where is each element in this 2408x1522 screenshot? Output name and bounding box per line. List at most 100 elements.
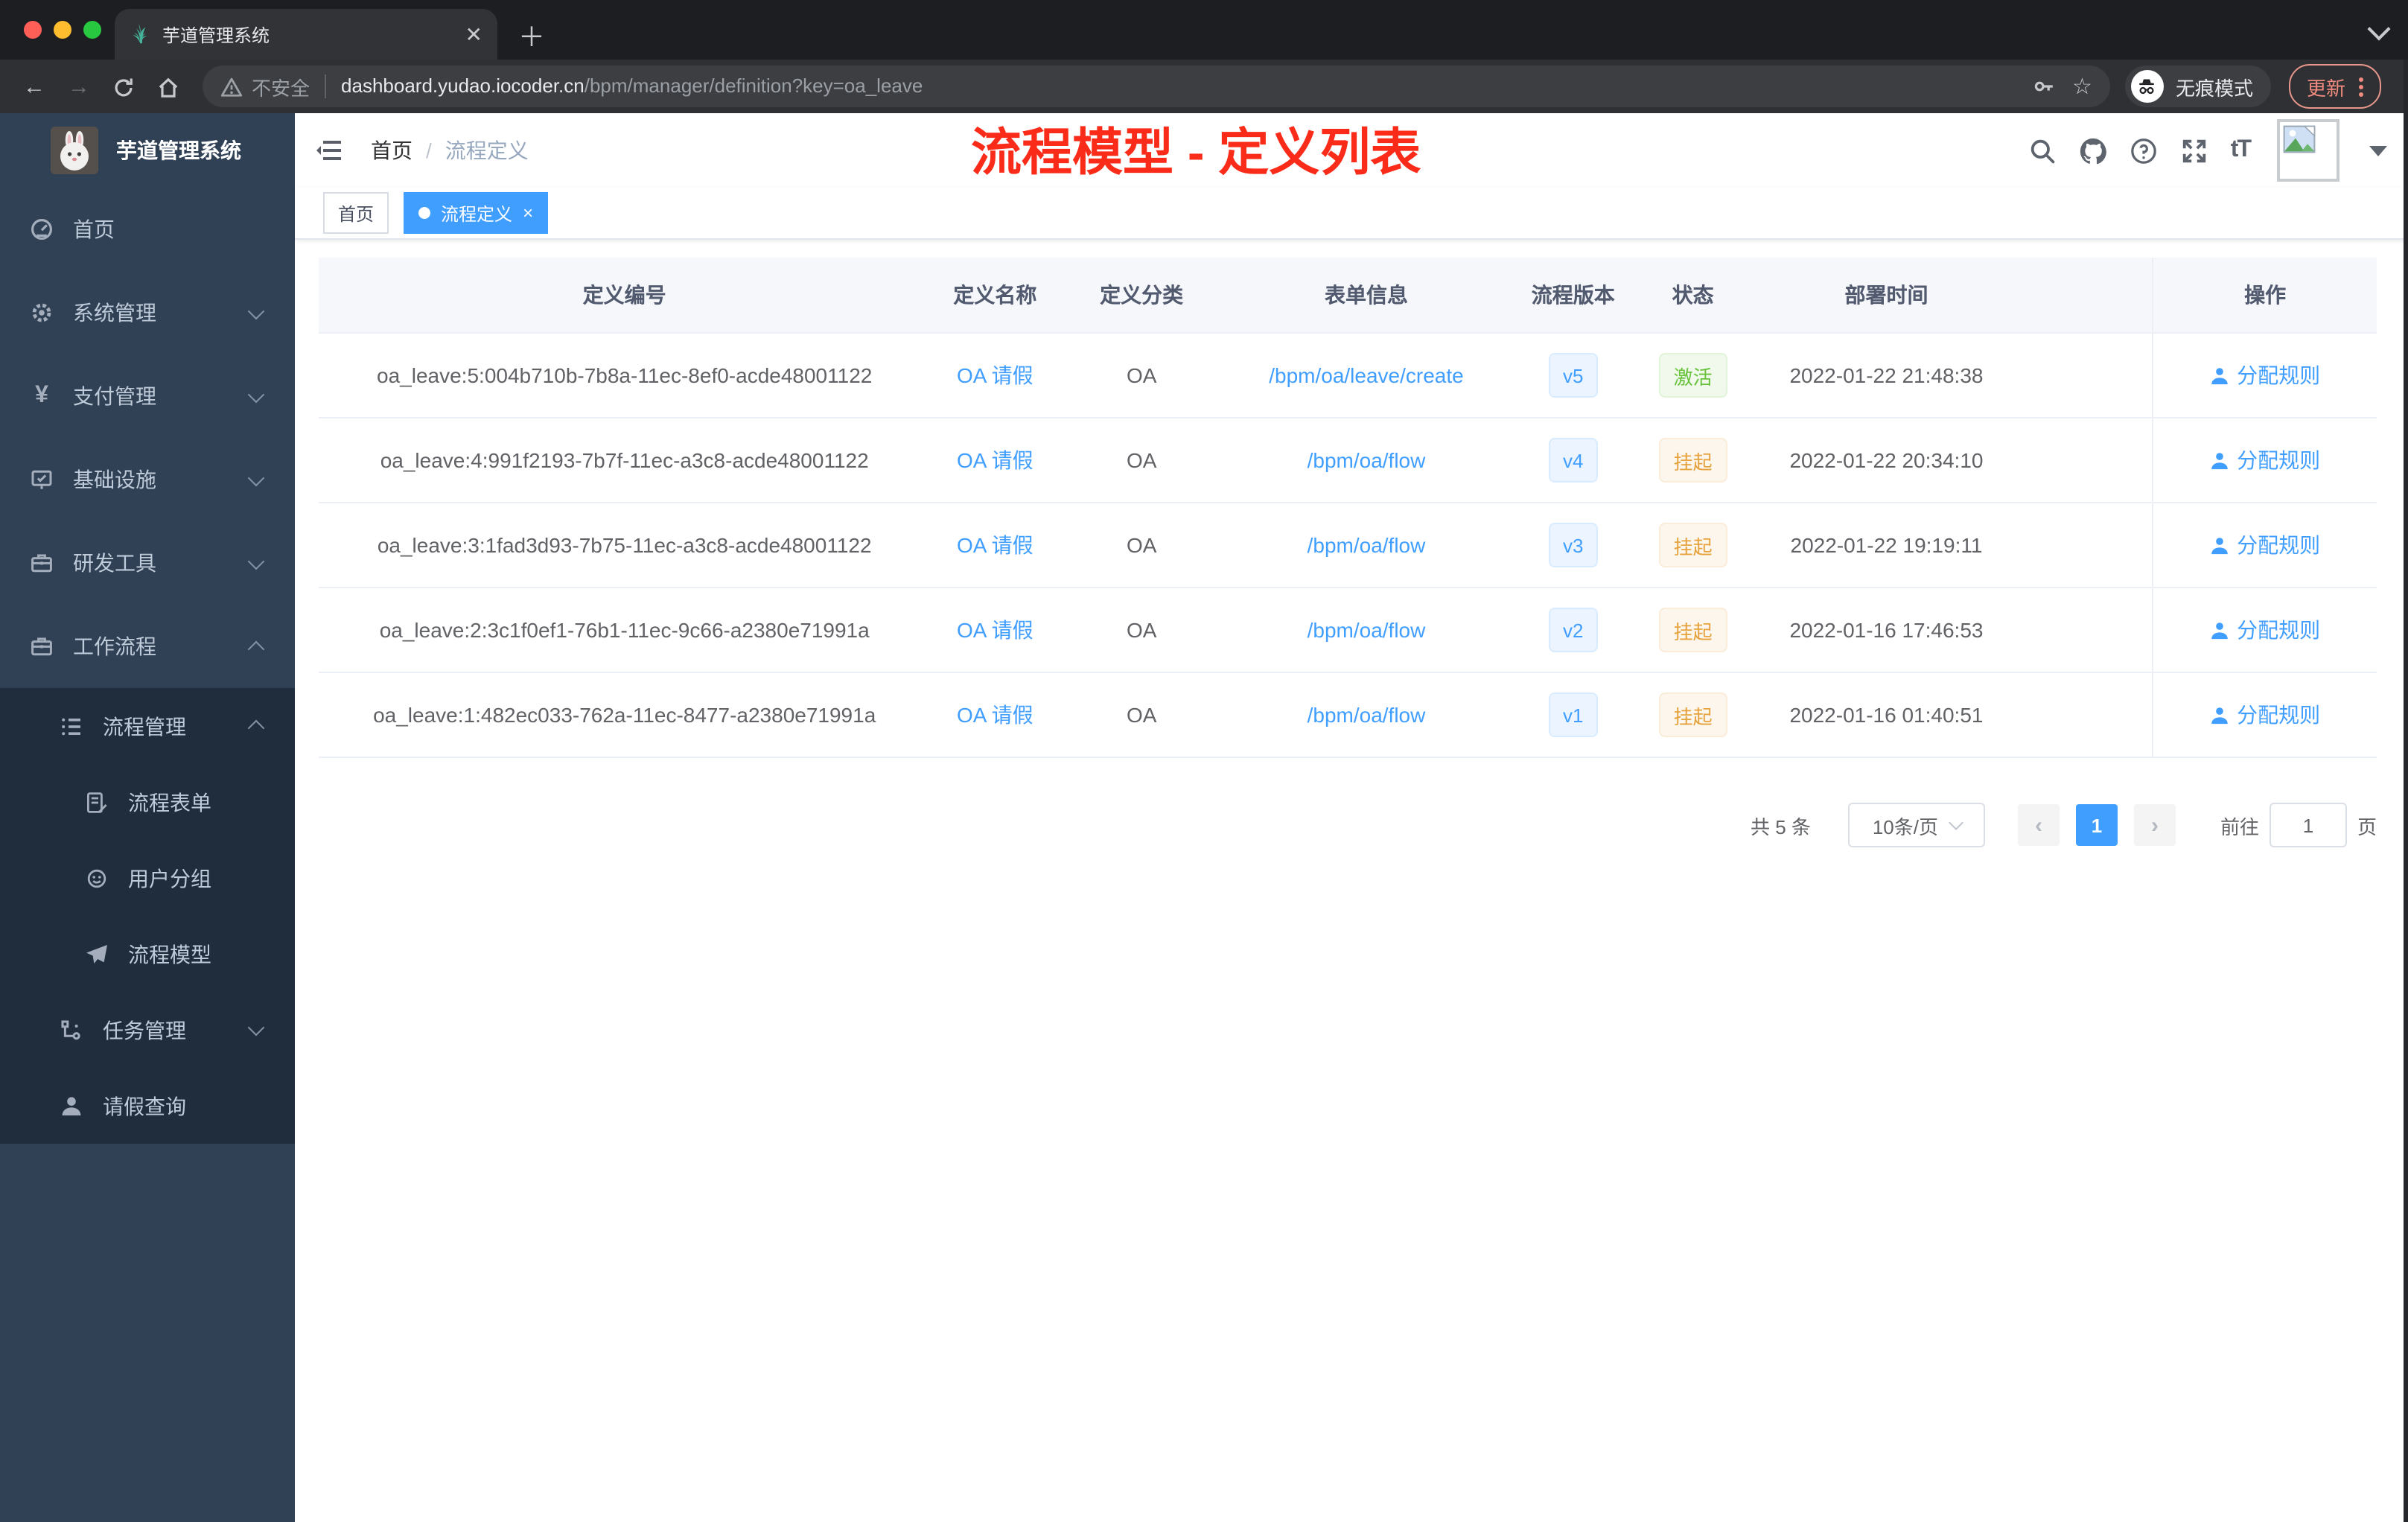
- status-badge: 挂起: [1658, 523, 1727, 567]
- page-size-select[interactable]: 10条/页: [1847, 803, 1985, 847]
- avatar-dropdown-caret-icon[interactable]: [2369, 145, 2387, 156]
- tab-search-button[interactable]: [2367, 17, 2391, 45]
- column-header: 部署时间: [1844, 283, 1928, 307]
- sidebar-item-workflow[interactable]: 工作流程: [0, 605, 295, 688]
- column-header: 状态: [1672, 283, 1714, 307]
- avatar[interactable]: [2277, 119, 2339, 182]
- status-badge: 激活: [1658, 353, 1727, 398]
- assign-rule-button[interactable]: 分配规则: [2210, 700, 2320, 730]
- form-link[interactable]: /bpm/oa/flow: [1307, 533, 1426, 557]
- security-label: 不安全: [252, 77, 310, 99]
- current-page-button[interactable]: 1: [2075, 804, 2118, 846]
- sidebar-item-devtools[interactable]: 研发工具: [0, 521, 295, 605]
- sidebar-item-process-management[interactable]: 流程管理: [0, 688, 295, 764]
- definition-name-link[interactable]: OA 请假: [957, 445, 1033, 475]
- form-link[interactable]: /bpm/oa/flow: [1307, 448, 1426, 472]
- reload-button[interactable]: [104, 74, 143, 99]
- close-icon[interactable]: ×: [523, 204, 533, 222]
- tab-title: 芋道管理系统: [162, 25, 270, 45]
- gear-icon: [30, 301, 54, 325]
- total-count: 共 5 条: [1751, 815, 1811, 838]
- browser-chrome: 芋道管理系统 ✕ ＋ ← → 不安全 dashboard.yudao.iocod…: [0, 0, 2408, 113]
- assign-rule-button[interactable]: 分配规则: [2210, 445, 2320, 475]
- bookmark-star-icon[interactable]: ☆: [2072, 75, 2092, 98]
- new-tab-button[interactable]: ＋: [518, 24, 545, 51]
- forward-button[interactable]: →: [60, 74, 98, 99]
- not-secure-warning-icon: [220, 77, 243, 96]
- user-icon: [2211, 622, 2228, 639]
- definition-category: OA: [1126, 363, 1157, 387]
- form-link[interactable]: /bpm/oa/flow: [1307, 703, 1426, 727]
- row-spacer: [2024, 588, 2152, 672]
- sidebar-item-infrastructure[interactable]: 基础设施: [0, 438, 295, 521]
- definition-table: 定义编号 定义名称 定义分类 表单信息 流程版本 状态 部署时间 操作 oa_l…: [319, 258, 2377, 758]
- user-icon: [2211, 707, 2228, 724]
- tag-home[interactable]: 首页: [323, 192, 389, 234]
- tab-close-icon[interactable]: ✕: [465, 24, 482, 45]
- assign-rule-button[interactable]: 分配规则: [2210, 360, 2320, 390]
- close-window-button[interactable]: [24, 21, 42, 39]
- deploy-time: 2022-01-16 17:46:53: [1789, 618, 1984, 642]
- next-page-button[interactable]: ›: [2133, 804, 2176, 846]
- workflow-submenu: 流程管理 流程表单 用户分组 流程模型 任务管理 请假查询: [0, 688, 295, 1144]
- back-button[interactable]: ←: [15, 74, 54, 99]
- tag-process-definition[interactable]: 流程定义 ×: [404, 192, 549, 234]
- chevron-down-icon: [247, 1019, 265, 1037]
- assign-rule-button[interactable]: 分配规则: [2210, 615, 2320, 645]
- address-bar[interactable]: 不安全 dashboard.yudao.iocoder.cn/bpm/manag…: [203, 66, 2110, 107]
- user-icon: [60, 1094, 83, 1118]
- version-badge: v4: [1548, 438, 1599, 483]
- sidebar-item-user-group[interactable]: 用户分组: [0, 840, 295, 916]
- definition-name-link[interactable]: OA 请假: [957, 360, 1033, 390]
- sidebar-item-leave-query[interactable]: 请假查询: [0, 1068, 295, 1144]
- goto-label: 前往: [2220, 815, 2259, 838]
- column-header: 操作: [2152, 258, 2377, 332]
- url-path: /bpm/manager/definition?key=oa_leave: [584, 74, 923, 97]
- tree-list-icon: [60, 714, 83, 738]
- form-link[interactable]: /bpm/oa/leave/create: [1269, 363, 1464, 387]
- column-header: 定义名称: [953, 283, 1037, 307]
- help-icon[interactable]: [2130, 136, 2159, 165]
- divider: [325, 74, 327, 98]
- sidebar-item-system[interactable]: 系统管理: [0, 271, 295, 354]
- collapse-sidebar-button[interactable]: [295, 136, 371, 165]
- key-icon[interactable]: [2030, 74, 2054, 98]
- browser-update-button[interactable]: 更新: [2288, 64, 2381, 109]
- maximize-window-button[interactable]: [83, 21, 101, 39]
- breadcrumb-home[interactable]: 首页: [371, 136, 413, 165]
- goto-page-input[interactable]: [2269, 803, 2347, 847]
- deploy-time: 2022-01-22 20:34:10: [1789, 448, 1984, 472]
- sidebar-logo[interactable]: 芋道管理系统: [0, 113, 295, 188]
- prev-page-button[interactable]: ‹: [2017, 804, 2060, 846]
- github-icon[interactable]: [2079, 136, 2109, 165]
- sidebar-item-task-management[interactable]: 任务管理: [0, 992, 295, 1068]
- window-controls[interactable]: [24, 21, 101, 39]
- sidebar-item-process-model[interactable]: 流程模型: [0, 916, 295, 992]
- form-link[interactable]: /bpm/oa/flow: [1307, 618, 1426, 642]
- broken-image-icon: [2283, 125, 2316, 153]
- tree-icon: [60, 1018, 83, 1042]
- definition-name-link[interactable]: OA 请假: [957, 530, 1033, 560]
- browser-tab[interactable]: 芋道管理系统 ✕: [115, 9, 497, 60]
- sidebar-item-home[interactable]: 首页: [0, 188, 295, 271]
- page-unit-label: 页: [2357, 815, 2377, 838]
- definition-category: OA: [1126, 703, 1157, 727]
- definition-name-link[interactable]: OA 请假: [957, 615, 1033, 645]
- assign-rule-button[interactable]: 分配规则: [2210, 530, 2320, 560]
- home-button[interactable]: [149, 74, 188, 99]
- fullscreen-icon[interactable]: [2180, 136, 2210, 165]
- sidebar-item-payment[interactable]: ¥ 支付管理: [0, 354, 295, 438]
- pagination: 共 5 条 10条/页 ‹ 1 › 前往 页: [319, 803, 2377, 847]
- chevron-down-icon: [247, 385, 265, 403]
- definition-category: OA: [1126, 533, 1157, 557]
- definition-name-link[interactable]: OA 请假: [957, 700, 1033, 730]
- user-icon: [2211, 367, 2228, 384]
- definition-id: oa_leave:1:482ec033-762a-11ec-8477-a2380…: [373, 703, 876, 727]
- sidebar-item-process-form[interactable]: 流程表单: [0, 764, 295, 840]
- incognito-icon: [2130, 70, 2164, 103]
- minimize-window-button[interactable]: [54, 21, 71, 39]
- status-badge: 挂起: [1658, 692, 1727, 737]
- browser-menu-icon[interactable]: [2359, 77, 2363, 96]
- search-icon[interactable]: [2028, 136, 2058, 165]
- font-size-icon[interactable]: tT: [2231, 137, 2252, 164]
